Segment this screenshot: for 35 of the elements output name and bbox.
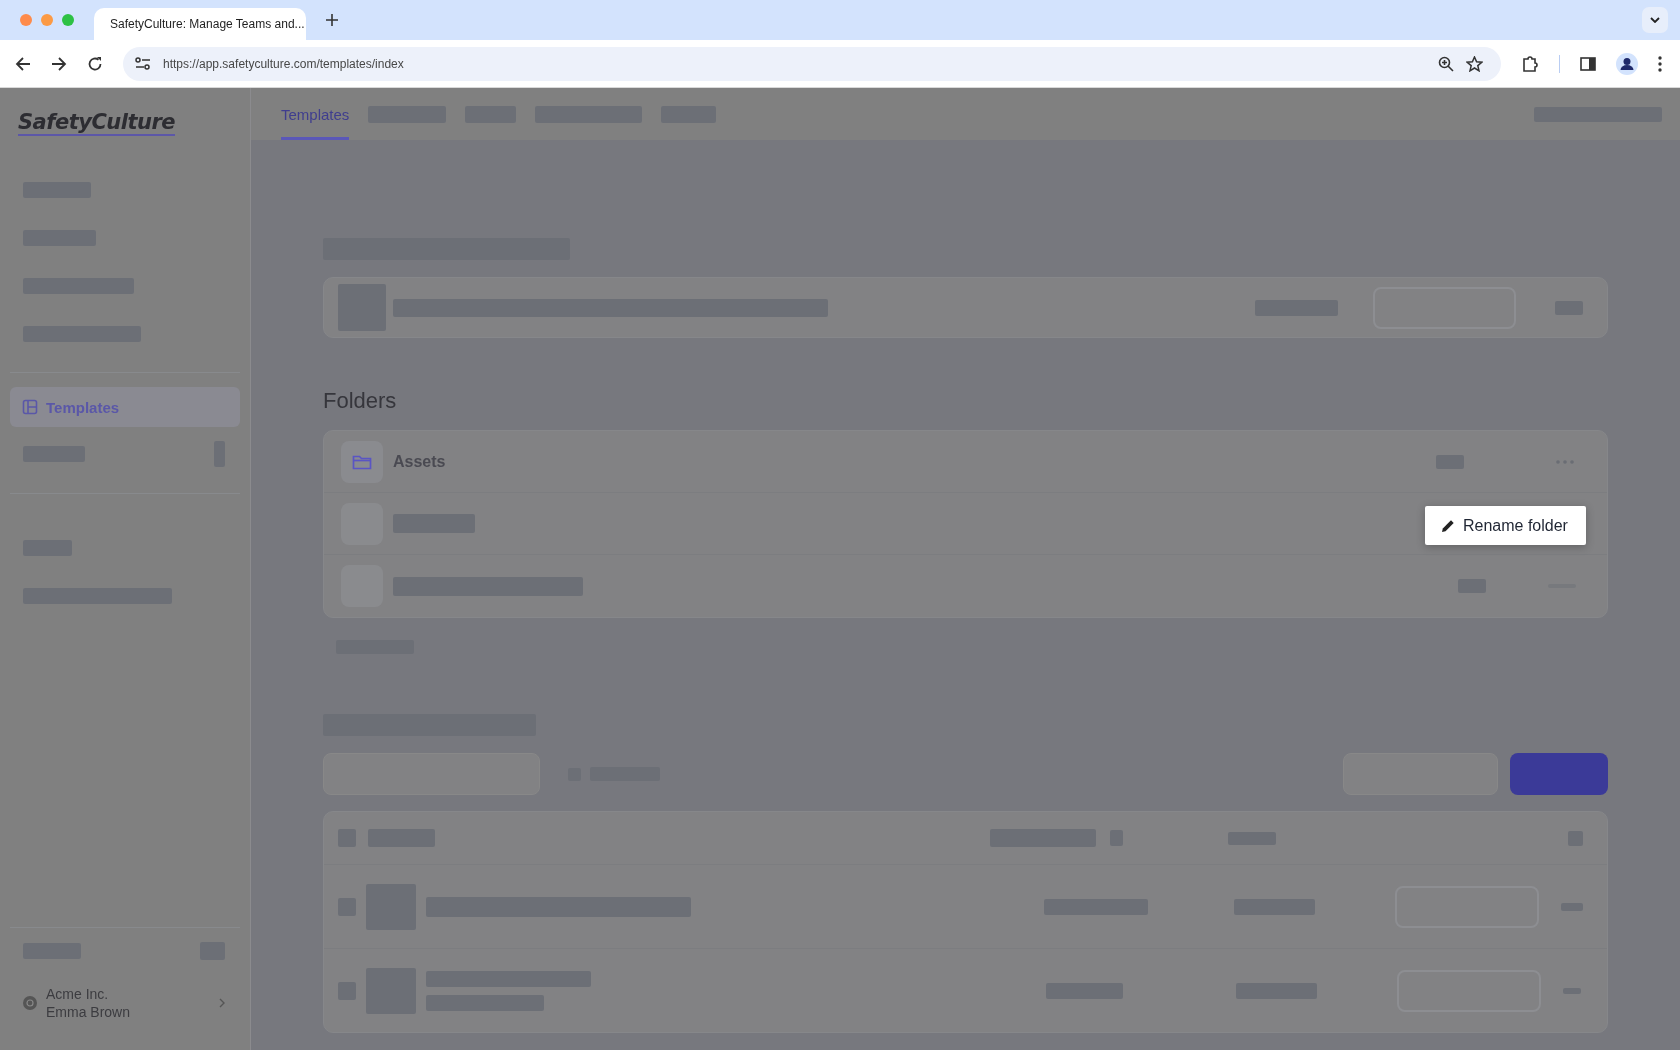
- account-switcher[interactable]: Acme Inc. Emma Brown: [10, 986, 240, 1050]
- tab-list-button[interactable]: [1642, 7, 1668, 33]
- back-icon[interactable]: [15, 55, 31, 72]
- user-name: Emma Brown: [46, 1004, 132, 1020]
- logo[interactable]: SafetyCulture: [18, 110, 176, 136]
- extensions-icon[interactable]: [1521, 54, 1539, 73]
- organization-name: Acme Inc.: [46, 986, 110, 1002]
- template-icon: [22, 399, 38, 415]
- tab-title: SafetyCulture: Manage Teams and...: [110, 17, 305, 31]
- redacted-primary-button[interactable]: [1510, 753, 1608, 795]
- chevron-down-icon: [1650, 17, 1660, 23]
- browser-tab[interactable]: SafetyCulture: Manage Teams and...: [94, 8, 306, 40]
- chevron-right-icon: [219, 998, 225, 1008]
- reload-icon[interactable]: [87, 55, 103, 72]
- more-options-icon[interactable]: [1556, 459, 1574, 464]
- organization-icon: [22, 995, 38, 1011]
- forward-icon[interactable]: [51, 55, 67, 72]
- folder-row[interactable]: Assets: [324, 431, 1607, 493]
- url-text: https://app.safetyculture.com/templates/index: [163, 56, 404, 71]
- nav-tab[interactable]: Templates: [281, 88, 350, 140]
- profile-avatar-icon[interactable]: [1616, 52, 1638, 75]
- site-settings-icon[interactable]: [135, 56, 151, 71]
- folder-icon: [341, 440, 383, 483]
- close-window-icon[interactable]: [20, 14, 32, 26]
- address-bar[interactable]: https://app.safetyculture.com/templates/index: [123, 46, 1501, 81]
- section-heading: Folders: [323, 388, 397, 414]
- bookmark-star-icon[interactable]: [1466, 55, 1483, 72]
- side-panel-icon[interactable]: [1580, 56, 1596, 71]
- maximize-window-icon[interactable]: [62, 14, 74, 26]
- minimize-window-icon[interactable]: [41, 14, 53, 26]
- new-tab-icon[interactable]: [326, 14, 338, 26]
- rename-menu-item[interactable]: Rename folder: [1425, 506, 1586, 545]
- more-menu-icon[interactable]: [1658, 55, 1662, 72]
- folder-name: Assets: [393, 452, 446, 471]
- zoom-icon[interactable]: [1438, 55, 1454, 72]
